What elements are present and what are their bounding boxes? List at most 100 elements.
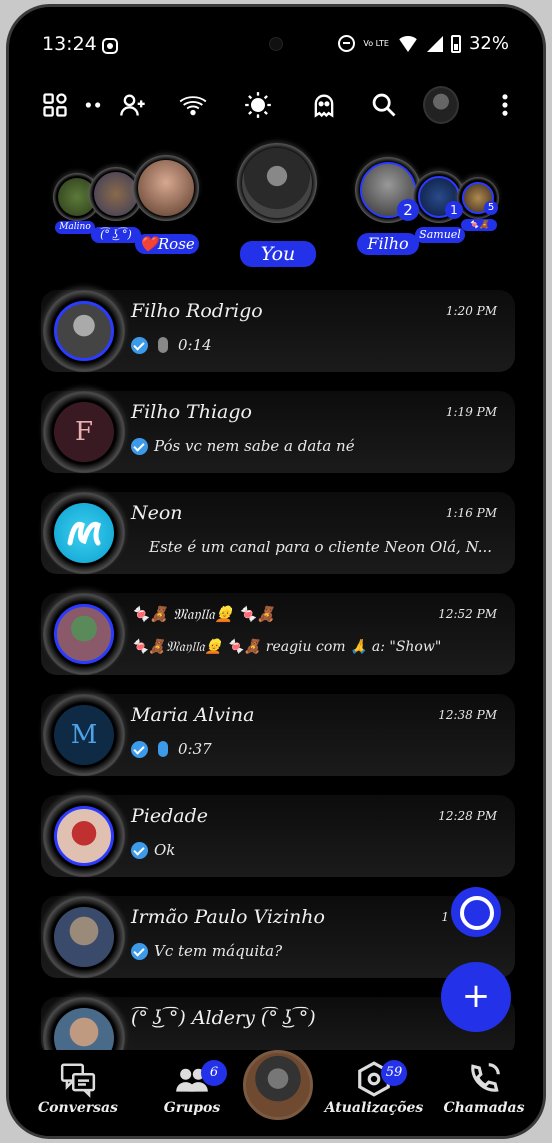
top-toolbar: [9, 86, 543, 129]
my-status-label: You: [240, 241, 316, 267]
chat-name: (͡° ͜ʖ ͡°) Aldery (͡° ͜ʖ ͡°): [131, 1007, 316, 1029]
search-icon[interactable]: [366, 87, 402, 123]
avatar-frame: [43, 492, 125, 574]
chats-icon: [60, 1063, 96, 1098]
chat-preview: Este é um canal para o cliente Neon Olá,…: [149, 538, 492, 556]
ghost-icon[interactable]: [306, 87, 342, 123]
voice-duration: 0:37: [178, 740, 212, 758]
status-bar: 13:24 Vo LTE 32%: [9, 33, 543, 63]
chat-time: 12:38 PM: [438, 708, 497, 722]
chat-preview: 0:37: [131, 740, 212, 758]
avatar-frame: [43, 795, 125, 877]
story-count-badge: 1: [445, 201, 463, 219]
chat-preview: 🍬🧸𝔐𝔞𝔶𝔩𝔩𝔞👱 🍬🧸 reagiu com 🙏 a: "Show": [131, 639, 441, 655]
chat-name: Maria Alvina: [131, 704, 255, 726]
chat-row[interactable]: Irmão Paulo Vizinho 1 Vc tem máquita?: [41, 896, 515, 978]
read-check-icon: [131, 336, 148, 354]
story-name: (͡° ͜ʖ ͡°): [91, 227, 141, 243]
tab-chamadas[interactable]: Chamadas: [429, 1050, 539, 1136]
read-check-icon: [131, 740, 148, 758]
volte-icon: Vo LTE: [363, 38, 389, 48]
chat-time: 12:28 PM: [438, 809, 497, 823]
chat-preview: 0:14: [131, 336, 212, 354]
avatar: [54, 301, 114, 361]
new-chat-button[interactable]: +: [441, 962, 511, 1032]
story-count-badge: 5: [484, 201, 498, 215]
avatar: [54, 806, 114, 866]
read-check-icon: [131, 841, 148, 859]
overflow-menu-icon[interactable]: [487, 87, 523, 123]
battery-percent: 32%: [468, 33, 509, 54]
avatar: [54, 604, 114, 664]
chat-row[interactable]: Filho Rodrigo 1:20 PM 0:14: [41, 290, 515, 372]
wifi-icon[interactable]: [175, 87, 211, 123]
story-count-badge: 2: [397, 199, 419, 221]
screen-record-icon: [102, 38, 118, 54]
add-contact-icon[interactable]: [115, 87, 151, 123]
phone-screen: 13:24 Vo LTE 32% Malino (͡° ͜ʖ ͡°) ❤️Ros…: [6, 4, 546, 1139]
profile-avatar[interactable]: [423, 86, 459, 124]
new-status-button[interactable]: [451, 887, 501, 937]
chat-time: 1: [441, 910, 449, 924]
brightness-icon[interactable]: [240, 87, 276, 123]
chat-row[interactable]: 🍬🧸 𝔐𝔞𝔶𝔩𝔩𝔞👱 🍬🧸 12:52 PM 🍬🧸𝔐𝔞𝔶𝔩𝔩𝔞👱 🍬🧸 reag…: [41, 593, 515, 675]
neon-logo-icon: [54, 503, 114, 563]
chat-preview-text: Este é um canal para o cliente Neon Olá,…: [149, 538, 493, 556]
profile-avatar-center[interactable]: [243, 1050, 313, 1120]
tab-label: Grupos: [163, 1100, 221, 1116]
status-stories: Malino (͡° ͜ʖ ͡°) ❤️Rose You 2 1 5 Filho…: [9, 143, 543, 273]
chat-time: 1:20 PM: [445, 304, 497, 318]
more-dots-icon[interactable]: [75, 87, 111, 123]
chat-name: Filho Thiago: [131, 401, 252, 423]
voice-duration: 0:14: [178, 336, 212, 354]
read-check-icon: [131, 942, 148, 960]
chat-row[interactable]: Neon 1:16 PM Este é um canal para o clie…: [41, 492, 515, 574]
chat-preview-text: Vc tem máquita?: [154, 942, 283, 960]
unread-badge: 59: [381, 1060, 407, 1086]
story-name: ❤️Rose: [135, 234, 199, 254]
apps-icon[interactable]: [37, 87, 73, 123]
avatar: M: [54, 705, 114, 765]
tab-conversas[interactable]: Conversas: [23, 1050, 133, 1136]
chat-name: Irmão Paulo Vizinho: [131, 906, 325, 928]
chat-time: 1:19 PM: [445, 405, 497, 419]
microphone-icon: [158, 337, 168, 353]
chat-time: 1:16 PM: [445, 506, 497, 520]
chat-row[interactable]: F Filho Thiago 1:19 PM Pós vc nem sabe a…: [41, 391, 515, 473]
tab-grupos[interactable]: 6 Grupos: [137, 1050, 247, 1136]
front-camera: [269, 37, 283, 51]
story-name: Filho: [357, 233, 419, 255]
chat-preview: Ok: [131, 841, 175, 859]
tab-label: Conversas: [38, 1100, 118, 1116]
tab-atualizacoes[interactable]: 59 Atualizações: [319, 1050, 429, 1136]
chat-name: Filho Rodrigo: [131, 300, 263, 322]
chat-row[interactable]: M Maria Alvina 12:38 PM 0:37: [41, 694, 515, 776]
tab-label: Chamadas: [443, 1100, 525, 1116]
chat-name: 🍬🧸 𝔐𝔞𝔶𝔩𝔩𝔞👱 🍬🧸: [131, 605, 276, 623]
avatar-frame: F: [43, 391, 125, 473]
chat-row[interactable]: Piedade 12:28 PM Ok: [41, 795, 515, 877]
my-status-avatar[interactable]: [237, 143, 317, 223]
clock: 13:24: [42, 33, 97, 55]
tab-label: Atualizações: [324, 1100, 424, 1116]
chat-preview-text: Pós vc nem sabe a data né: [154, 437, 355, 455]
avatar-frame: M: [43, 694, 125, 776]
story-name: Malino: [55, 221, 95, 234]
chat-preview-text: 🍬🧸𝔐𝔞𝔶𝔩𝔩𝔞👱 🍬🧸 reagiu com 🙏 a: "Show": [131, 639, 442, 655]
phone-icon: [471, 1063, 500, 1092]
do-not-disturb-icon: [338, 35, 356, 52]
microphone-icon: [158, 741, 168, 757]
cell-signal-icon: [426, 35, 443, 52]
wifi-signal-icon: [396, 35, 419, 52]
story-name: 🍬🧸: [461, 219, 497, 231]
battery-icon: [450, 34, 461, 53]
avatar: F: [54, 402, 114, 462]
avatar-frame: [43, 290, 125, 372]
avatar-frame: [43, 896, 125, 978]
chat-preview: Pós vc nem sabe a data né: [131, 437, 355, 455]
read-check-icon: [131, 437, 148, 455]
avatar: [54, 907, 114, 967]
chat-name: Neon: [131, 502, 183, 524]
story-name: Samuel: [415, 227, 465, 243]
story-avatar[interactable]: [133, 155, 199, 221]
